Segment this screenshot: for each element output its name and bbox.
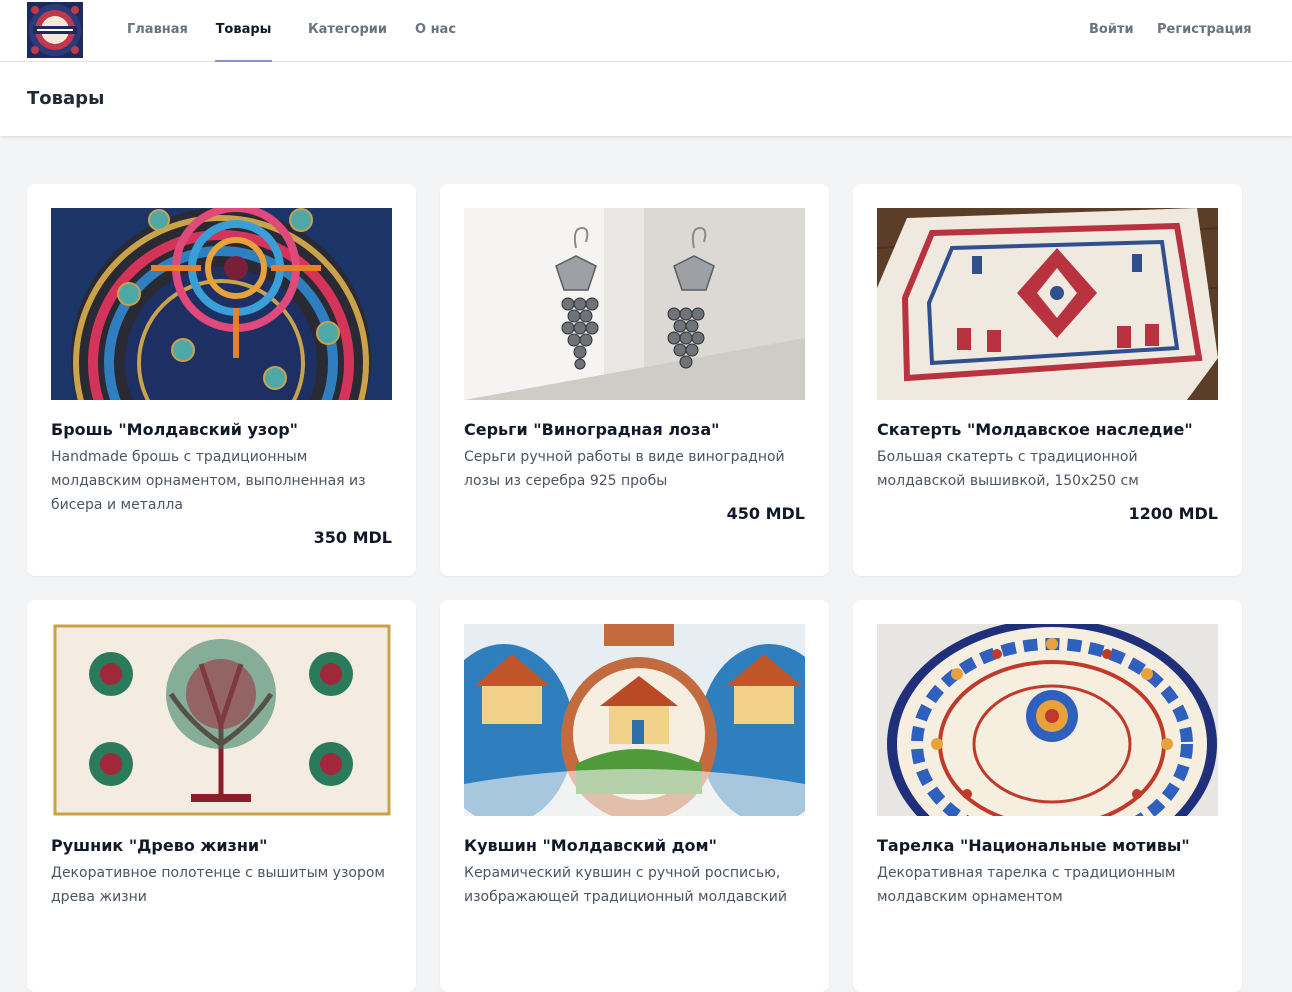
product-description: Handmade брошь с традиционным молдавским…	[51, 449, 366, 513]
nav-link-home[interactable]: Главная	[127, 0, 188, 62]
nav-link-products[interactable]: Товары	[215, 0, 272, 62]
product-title[interactable]: Кувшин "Молдавский дом"	[464, 836, 805, 855]
page-title: Товары	[27, 88, 105, 109]
product-image-brooch[interactable]	[51, 208, 392, 400]
product-card[interactable]: Серьги "Виноградная лоза" Серьги ручной …	[440, 184, 829, 576]
nav-link-about[interactable]: О нас	[415, 0, 456, 62]
nav-link-categories[interactable]: Категории	[308, 0, 387, 62]
product-title[interactable]: Серьги "Виноградная лоза"	[464, 420, 805, 439]
product-description: Серьги ручной работы в виде виноградной …	[464, 449, 785, 489]
product-title[interactable]: Тарелка "Национальные мотивы"	[877, 836, 1218, 855]
product-card[interactable]: Брошь "Молдавский узор" Handmade брошь с…	[27, 184, 416, 576]
product-price: 350 MDL	[313, 528, 392, 547]
product-price: 1200 MDL	[1128, 504, 1219, 523]
product-price: 450 MDL	[726, 504, 805, 523]
product-image-plate[interactable]	[877, 624, 1218, 816]
register-link[interactable]: Регистрация	[1157, 0, 1252, 62]
product-card[interactable]: Тарелка "Национальные мотивы" Декоративн…	[853, 600, 1242, 992]
product-description: Декоративное полотенце с вышитым узором …	[51, 865, 385, 905]
product-title[interactable]: Брошь "Молдавский узор"	[51, 420, 392, 439]
product-description: Декоративная тарелка с традиционным молд…	[877, 865, 1176, 905]
product-title[interactable]: Скатерть "Молдавское наследие"	[877, 420, 1218, 439]
product-description: Большая скатерть с традиционной молдавск…	[877, 449, 1139, 489]
product-description: Керамический кувшин с ручной росписью, и…	[464, 865, 787, 905]
login-link[interactable]: Войти	[1089, 0, 1134, 62]
product-image-tablecloth[interactable]	[877, 208, 1218, 400]
product-image-earrings[interactable]	[464, 208, 805, 400]
product-image-jug[interactable]	[464, 624, 805, 816]
product-card[interactable]: Рушник "Древо жизни" Декоративное полоте…	[27, 600, 416, 992]
product-image-towel[interactable]	[51, 624, 392, 816]
top-navbar: Главная Товары Категории О нас Войти Рег…	[0, 0, 1292, 62]
product-card[interactable]: Кувшин "Молдавский дом" Керамический кув…	[440, 600, 829, 992]
site-logo[interactable]	[27, 2, 83, 58]
product-card[interactable]: Скатерть "Молдавское наследие" Большая с…	[853, 184, 1242, 576]
product-title[interactable]: Рушник "Древо жизни"	[51, 836, 392, 855]
page-header: Товары	[0, 62, 1292, 136]
